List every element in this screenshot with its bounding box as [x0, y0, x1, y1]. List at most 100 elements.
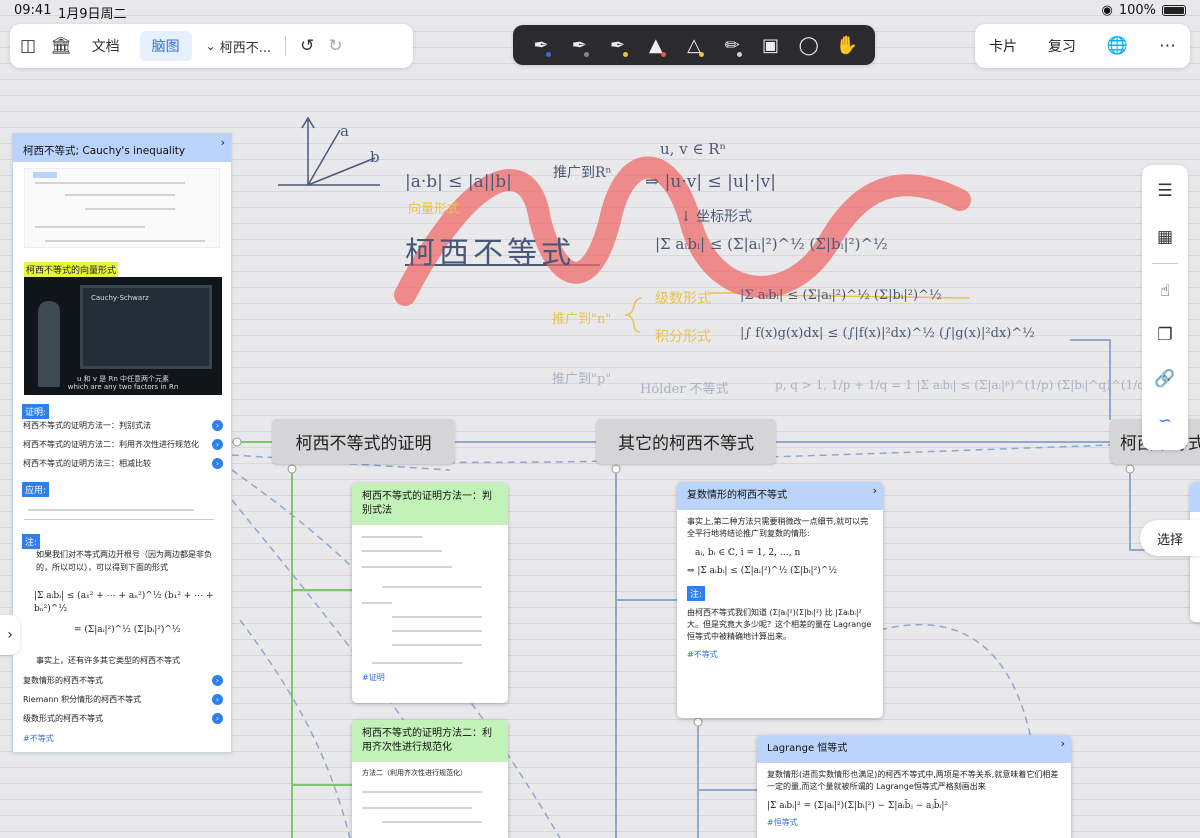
sum-inequality: |Σ aᵢbᵢ| ≤ (Σ|aᵢ|²)^½ (Σ|bᵢ|²)^½ [655, 235, 888, 253]
card-body: 复数情形(进而实数情形也满足)的柯西不等式中,两项是不等关系,就意味着它们相差一… [767, 770, 1059, 791]
proof-link[interactable]: 柯西不等式的证明方法一：判别式法 › [13, 416, 231, 435]
brace-stroke [624, 297, 643, 333]
collapse-dot [611, 464, 621, 474]
proof-link[interactable]: 柯西不等式的证明方法三：相减比较 › [13, 454, 231, 473]
other-link[interactable]: 级数形式的柯西不等式 › [13, 709, 231, 728]
card-title: Lagrange 恒等式 [767, 743, 848, 754]
handwriting-canvas[interactable]: a b |a·b| ≤ |a||b| 推广到Rⁿ 向量形式 u, v ∈ Rⁿ … [270, 110, 1190, 440]
coordinate-form-label: ↓ 坐标形式 [680, 209, 753, 225]
link-icon[interactable]: 🔗 [1142, 369, 1188, 389]
other-link-label: 级数形式的柯西不等式 [23, 714, 103, 723]
chevron-right-icon[interactable]: › [0, 615, 20, 655]
note-heading: 注: [22, 530, 41, 549]
series-form-label: 级数形式 [655, 291, 711, 307]
vector-b-stroke [307, 157, 376, 186]
outline-icon[interactable]: ☰ [1142, 181, 1188, 201]
card-title: 柯西不等式的证明方法二：利用齐次性进行规范化 [352, 720, 508, 762]
uv-in-rn: u, v ∈ Rⁿ [660, 140, 727, 158]
chevron-right-icon[interactable]: › [221, 136, 225, 149]
select-button[interactable]: 选择 [1140, 520, 1200, 556]
arrow-right-icon: › [212, 420, 223, 431]
arrow-right-icon: › [212, 458, 223, 469]
big-title: 柯西不等式 [405, 236, 575, 271]
vector-a-label: a [340, 122, 349, 140]
pointer-icon[interactable]: ☝ [1142, 281, 1188, 301]
proof-link-label: 柯西不等式的证明方法一：判别式法 [23, 421, 151, 430]
copy-icon[interactable]: ❐ [1142, 325, 1188, 345]
rn-inequality: ⇒ |u·v| ≤ |u|·|v| [645, 172, 776, 192]
node-proof[interactable]: 柯西不等式的证明 [272, 419, 455, 464]
note-label: 注: [22, 534, 41, 549]
collapse-dot [232, 437, 242, 447]
card-note: 注: [677, 582, 883, 605]
side-panel-tag[interactable]: #不等式 [23, 733, 54, 744]
card-tag[interactable]: #证明 [352, 672, 508, 683]
video-player[interactable]: Cauchy-Schwarz u 和 v 是 Rn 中任意两个元素 which … [24, 277, 222, 395]
dashed-link [239, 619, 351, 838]
card-formula-lines [362, 536, 482, 664]
chevron-right-icon[interactable]: › [1061, 737, 1065, 751]
card-body: 事实上,第二种方法只需要稍微改一点细节,就可以完全平行地将结论推广到复数的情形: [687, 517, 869, 538]
arrow-right-icon: › [212, 675, 223, 686]
node-other[interactable]: 其它的柯西不等式 [596, 419, 776, 464]
card-math: |Σ aᵢbᵢ|² = (Σ|aᵢ|²)(Σ|bᵢ|²) − Σ|aᵢb̄ⱼ −… [767, 801, 948, 811]
formula-thumbnail-lines [33, 172, 205, 242]
proof-link[interactable]: 柯西不等式的证明方法二：利用齐次性进行规范化 › [13, 435, 231, 454]
card-lagrange[interactable]: Lagrange 恒等式 › 复数情形(进而实数情形也满足)的柯西不等式中,两项… [757, 735, 1071, 838]
card-tag[interactable]: #不等式 [677, 645, 883, 664]
series-inequality: |Σ aᵢbᵢ| ≤ (Σ|aᵢ|²)^½ (Σ|bᵢ|²)^½ [740, 288, 942, 303]
arrow-right-icon: › [212, 713, 223, 724]
vector-a-stroke [307, 129, 341, 186]
card-title: 柯西不等式的证明方法一：判别式法 [352, 483, 508, 525]
axis-y-stroke [301, 116, 315, 185]
other-link[interactable]: Riemann 积分情形的柯西不等式 › [13, 690, 231, 709]
handwriting-icon[interactable]: ∽ [1142, 411, 1188, 431]
card-formula-lines [362, 791, 482, 823]
card-proof-method-1[interactable]: 柯西不等式的证明方法一：判别式法 #证明 [352, 483, 508, 703]
right-rail: ☰ ▦ ☝ ❐ 🔗 ∽ [1142, 165, 1188, 450]
card-line: 方法二（利用齐次性进行规范化） [362, 769, 467, 777]
note-bullet: 事实上，还有许多其它类型的柯西不等式 [36, 656, 180, 665]
holder-inequality: p, q > 1, 1/p + 1/q = 1 |Σ aᵢbᵢ| ≤ (Σ|aᵢ… [775, 378, 1150, 392]
vector-form-label: 向量形式 [408, 202, 461, 217]
chevron-right-icon[interactable]: › [873, 484, 877, 498]
other-links: 复数情形的柯西不等式 › Riemann 积分情形的柯西不等式 › 级数形式的柯西不… [13, 671, 231, 728]
vector-form-highlight: 柯西不等式的向量形式 [24, 262, 119, 277]
formula-thumbnail[interactable] [24, 168, 220, 248]
card-complex-case[interactable]: 复数情形的柯西不等式 › 事实上,第二种方法只需要稍微改一点细节,就可以完全平行… [677, 482, 883, 718]
other-link[interactable]: 复数情形的柯西不等式 › [13, 671, 231, 690]
card-math: ⇒ |Σ aᵢbᵢ| ≤ (Σ|aᵢ|²)^½ (Σ|bᵢ|²)^½ [687, 566, 837, 576]
main-inequality: |a·b| ≤ |a||b| [405, 172, 512, 192]
integral-form-label: 积分形式 [655, 329, 711, 345]
note-bullet: 如果我们对不等式两边开根号（因为两边都是非负的，所以可以），可以得到下面的形式 [36, 550, 212, 572]
integral-inequality: |∫ f(x)g(x)dx| ≤ (∫|f(x)|²dx)^½ (∫|g(x)|… [740, 326, 1035, 341]
generalize-n-label: 推广到"n" [552, 312, 612, 327]
card-body: 由柯西不等式我们知道 (Σ|aᵢ|²)(Σ|bᵢ|²) 比 |Σaᵢbᵢ|² 大… [687, 608, 872, 641]
collapse-dot [1125, 464, 1135, 474]
card-header [1190, 482, 1200, 512]
card-tag[interactable]: #恒等式 [757, 813, 1071, 832]
note-formula-line: = (Σ|aᵢ|²)^½ (Σ|bᵢ|²)^½ [74, 625, 181, 635]
vector-b-label: b [370, 148, 380, 166]
other-link-label: 复数情形的柯西不等式 [23, 676, 103, 685]
apply-label: 应用: [22, 482, 50, 497]
card-title: 复数情形的柯西不等式 [687, 490, 787, 501]
caption-cn: u 和 v 是 Rn 中任意两个元素 [76, 375, 169, 383]
divider [1152, 263, 1178, 264]
apply-formula-thumbnail[interactable] [24, 500, 214, 520]
note-formula-line: |Σ aᵢbᵢ| ≤ (a₁² + ⋯ + aₙ²)^½ (b₁² + ⋯ + … [34, 591, 214, 614]
card-proof-method-2[interactable]: 柯西不等式的证明方法二：利用齐次性进行规范化 方法二（利用齐次性进行规范化） [352, 720, 508, 838]
video-caption: u 和 v 是 Rn 中任意两个元素 which are any two fac… [24, 375, 222, 391]
vector-form-heading: 柯西不等式的向量形式 [24, 258, 119, 277]
layout-icon[interactable]: ▦ [1142, 227, 1188, 247]
collapse-dot [693, 717, 703, 727]
side-panel-title: 柯西不等式; Cauchy's inequality [23, 145, 186, 157]
side-panel-header: 柯西不等式; Cauchy's inequality › [13, 134, 231, 162]
proof-links: 柯西不等式的证明方法一：判别式法 › 柯西不等式的证明方法二：利用齐次性进行规范化… [13, 416, 231, 473]
collapse-dot [287, 464, 297, 474]
other-link-label: Riemann 积分情形的柯西不等式 [23, 695, 142, 704]
blackboard: Cauchy-Schwarz [80, 285, 212, 369]
note-formula: |Σ aᵢbᵢ| ≤ (a₁² + ⋯ + aₙ²)^½ (b₁² + ⋯ + … [34, 590, 224, 637]
arrow-right-icon: › [212, 439, 223, 450]
generalize-rn-label: 推广到Rⁿ [553, 165, 612, 181]
